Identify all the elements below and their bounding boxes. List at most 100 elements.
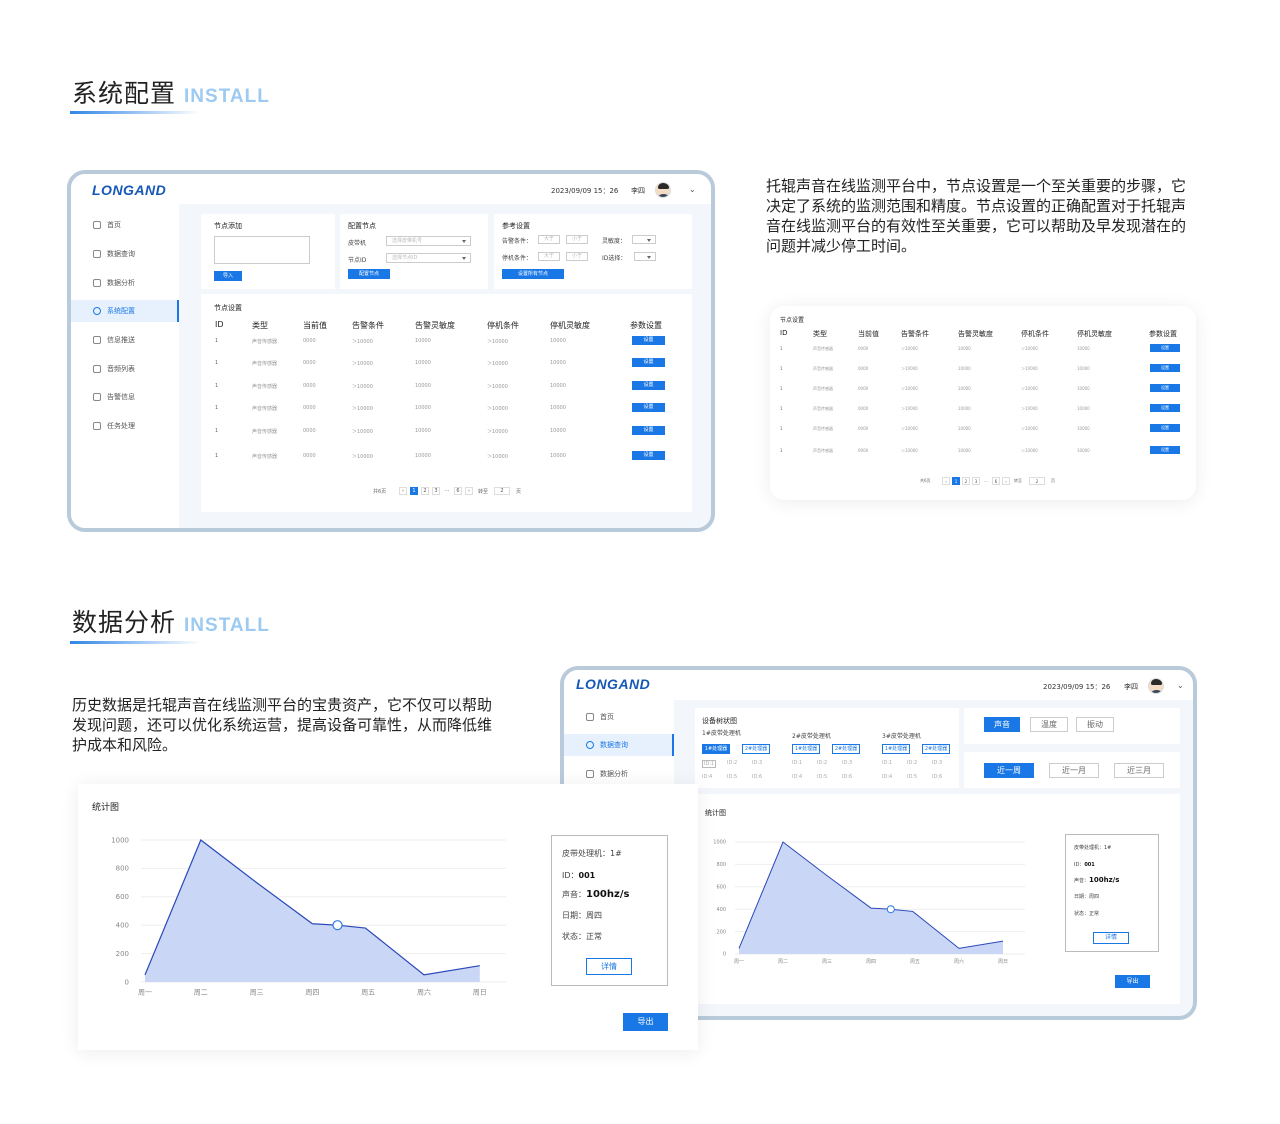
user-avatar[interactable] (655, 182, 671, 198)
node-id-chip[interactable]: ID:5 (727, 774, 737, 780)
t2-set-button[interactable]: 设置 (1150, 364, 1180, 372)
node-id-chip[interactable]: ID:1 (702, 760, 717, 768)
x-tick-label: 周四 (305, 989, 319, 997)
t2-page-4[interactable]: 6 (992, 477, 1000, 485)
t1-page-prev[interactable]: ‹ (399, 487, 407, 495)
node-id-select[interactable]: 选择节点ID (386, 253, 471, 263)
t1-set-button[interactable]: 设置 (632, 426, 665, 435)
analysis-avatar[interactable] (1148, 678, 1164, 694)
t2-set-button[interactable]: 设置 (1150, 384, 1180, 392)
processor-chip[interactable]: 2#处理器 (922, 744, 950, 754)
belt-select[interactable]: 选择皮带机号 (386, 236, 471, 246)
processor-chip[interactable]: 2#处理器 (742, 744, 770, 754)
sidebar-item-0[interactable]: 首页 (71, 214, 179, 236)
processor-chip[interactable]: 1#处理器 (702, 744, 730, 754)
t1-set-button[interactable]: 设置 (632, 451, 665, 460)
t2-set-button[interactable]: 设置 (1150, 424, 1180, 432)
alarm-gt-input[interactable]: 大于 (538, 235, 560, 244)
node-id-chip[interactable]: ID:6 (932, 774, 942, 780)
node-id-chip[interactable]: ID:6 (842, 774, 852, 780)
node-id-chip[interactable]: ID:6 (752, 774, 762, 780)
node-id-chip[interactable]: ID:3 (932, 760, 942, 766)
t1-set-button[interactable]: 设置 (632, 358, 665, 367)
sidebar-item-6[interactable]: 告警信息 (71, 386, 179, 408)
t2-page-0[interactable]: 1 (952, 477, 960, 485)
processor-chip[interactable]: 1#处理器 (792, 744, 820, 754)
sidebar-item-7[interactable]: 任务处理 (71, 415, 179, 437)
highlight-point[interactable] (332, 920, 343, 931)
node-id-chip[interactable]: ID:4 (792, 774, 802, 780)
tab-temperature[interactable]: 温度 (1030, 717, 1068, 732)
tab-last-month[interactable]: 近一月 (1049, 763, 1099, 778)
user-menu-chevron-icon[interactable]: ⌄ (689, 185, 696, 194)
sidebar-item-2[interactable]: 数据分析 (71, 272, 179, 294)
tab-last-3-months[interactable]: 近三月 (1114, 763, 1164, 778)
node-id-chip[interactable]: ID:1 (792, 760, 802, 766)
t2-page-2[interactable]: 3 (972, 477, 980, 485)
y-tick-label: 800 (716, 862, 726, 868)
t1-page-2[interactable]: 3 (432, 487, 440, 495)
analysis-sidebar-home[interactable]: 首页 (564, 706, 674, 728)
sidebar-item-5[interactable]: 音频列表 (71, 358, 179, 380)
analysis-user-chevron-icon[interactable]: ⌄ (1177, 681, 1184, 690)
t1-page-next[interactable]: › (465, 487, 473, 495)
analysis-sidebar-analysis[interactable]: 数据分析 (564, 763, 674, 785)
node-id-chip[interactable]: ID:2 (727, 760, 737, 766)
node-id-chip[interactable]: ID:3 (842, 760, 852, 766)
highlight-point[interactable] (886, 905, 895, 914)
node-id-chip[interactable]: ID:4 (882, 774, 892, 780)
t2-page-next[interactable]: › (1002, 477, 1010, 485)
node-id-chip[interactable]: ID:1 (882, 760, 892, 766)
t1-set-button[interactable]: 设置 (632, 381, 665, 390)
sidebar-item-4[interactable]: 信息推送 (71, 329, 179, 351)
t1-page-1[interactable]: 2 (421, 487, 429, 495)
t1-page-3[interactable]: ... (443, 487, 451, 495)
t1-cell: 0000 (303, 453, 316, 459)
small-detail-button[interactable]: 详情 (1093, 932, 1129, 944)
node-add-textarea[interactable] (214, 236, 310, 264)
tab-last-week[interactable]: 近一周 (984, 763, 1034, 778)
small-export-button[interactable]: 导出 (1115, 975, 1150, 988)
node-id-chip[interactable]: ID:3 (752, 760, 762, 766)
sidebar-item-3[interactable]: 系统配置 (71, 300, 179, 322)
section-title-analysis: 数据分析 INSTALL (72, 603, 270, 639)
analysis-sidebar-query[interactable]: 数据查询 (564, 734, 674, 756)
t2-cell: 声音传感器 (813, 366, 833, 371)
stop-gt-input[interactable]: 大于 (538, 252, 560, 261)
node-id-chip[interactable]: ID:2 (817, 760, 827, 766)
section-title-analysis-cn: 数据分析 (72, 608, 177, 637)
sidebar-item-1[interactable]: 数据查询 (71, 243, 179, 265)
t2-page-3[interactable]: ... (982, 477, 990, 485)
tab-vibration[interactable]: 振动 (1076, 717, 1114, 732)
alarm-lt-input[interactable]: 小于 (566, 235, 588, 244)
node-id-chip[interactable]: ID:2 (907, 760, 917, 766)
sensitivity-select[interactable] (632, 235, 656, 244)
tab-sound[interactable]: 声音 (984, 717, 1020, 732)
t2-set-button[interactable]: 设置 (1150, 446, 1180, 454)
t2-page-1[interactable]: 2 (962, 477, 970, 485)
t2-cell: 0000 (858, 386, 869, 391)
t1-set-button[interactable]: 设置 (632, 336, 665, 345)
node-id-chip[interactable]: ID:5 (907, 774, 917, 780)
t2-set-button[interactable]: 设置 (1150, 404, 1180, 412)
processor-chip[interactable]: 2#处理器 (832, 744, 860, 754)
set-all-nodes-button[interactable]: 设置所有节点 (502, 269, 564, 279)
t1-page-0[interactable]: 1 (410, 487, 418, 495)
import-button[interactable]: 导入 (214, 271, 242, 281)
t1-set-button[interactable]: 设置 (632, 403, 665, 412)
config-node-button[interactable]: 配置节点 (348, 269, 390, 279)
id-select[interactable] (634, 252, 656, 261)
t1-page-input[interactable]: 2 (494, 487, 510, 495)
t1-cell: 10000 (550, 405, 566, 411)
big-detail-button[interactable]: 详情 (586, 958, 632, 975)
t1-header-3: 告警条件 (352, 321, 384, 330)
t2-page-prev[interactable]: ‹ (942, 477, 950, 485)
node-id-chip[interactable]: ID:5 (817, 774, 827, 780)
t2-set-button[interactable]: 设置 (1150, 344, 1180, 352)
t1-page-4[interactable]: 6 (454, 487, 462, 495)
big-export-button[interactable]: 导出 (623, 1013, 668, 1031)
node-id-chip[interactable]: ID:4 (702, 774, 712, 780)
t2-page-input[interactable]: 2 (1029, 477, 1045, 485)
stop-lt-input[interactable]: 小于 (566, 252, 588, 261)
processor-chip[interactable]: 1#处理器 (882, 744, 910, 754)
